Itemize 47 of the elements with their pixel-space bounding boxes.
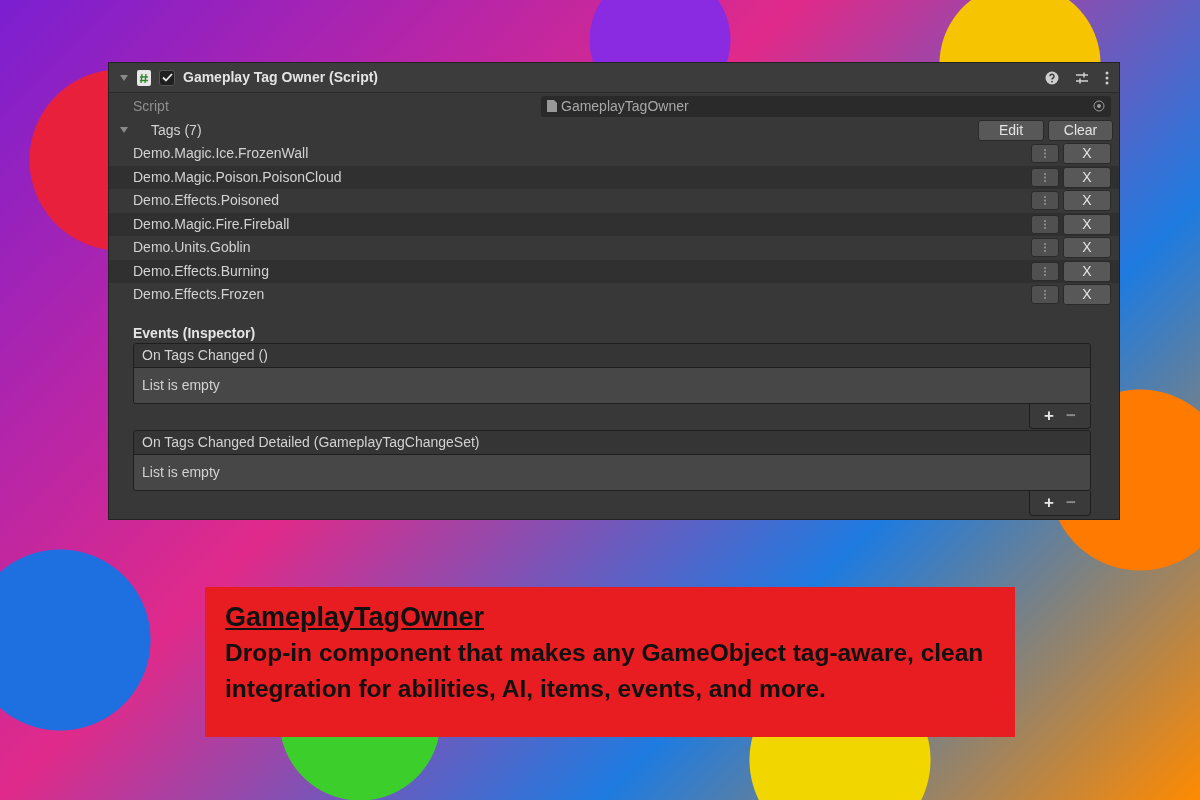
- remove-tag-button[interactable]: X: [1063, 166, 1111, 188]
- clear-button[interactable]: Clear: [1048, 119, 1113, 141]
- remove-tag-button[interactable]: X: [1063, 260, 1111, 282]
- script-file-icon: [137, 69, 151, 86]
- component-title: Gameplay Tag Owner (Script): [183, 68, 378, 87]
- drag-handle[interactable]: [1031, 238, 1059, 258]
- field-label: Script: [133, 96, 169, 116]
- list-label: Tags (7): [151, 120, 202, 140]
- remove-tag-button[interactable]: X: [1063, 143, 1111, 165]
- add-button[interactable]: +: [1038, 492, 1060, 513]
- remove-tag-button[interactable]: X: [1063, 237, 1111, 259]
- caption-title: GameplayTagOwner: [225, 601, 486, 634]
- tag-name: Demo.Effects.Burning: [133, 261, 269, 281]
- empty-list-text: List is empty: [142, 375, 220, 395]
- remove-button[interactable]: −: [1060, 492, 1082, 513]
- enable-checkbox[interactable]: [159, 69, 175, 86]
- edit-button[interactable]: Edit: [978, 119, 1044, 141]
- script-object-field: GameplayTagOwner: [541, 95, 1111, 117]
- drag-handle[interactable]: [1031, 191, 1059, 211]
- event-title: On Tags Changed (): [142, 345, 268, 365]
- remove-button[interactable]: −: [1060, 405, 1082, 426]
- expanded-arrow-icon[interactable]: [119, 72, 129, 83]
- event-title: On Tags Changed Detailed (GameplayTagChangeSet): [142, 432, 480, 452]
- tag-name: Demo.Effects.Poisoned: [133, 191, 280, 211]
- target-icon[interactable]: [1093, 100, 1105, 112]
- drag-handle[interactable]: [1031, 214, 1059, 234]
- drag-handle[interactable]: [1031, 261, 1059, 281]
- script-file-icon: [547, 100, 557, 112]
- drag-handle[interactable]: [1031, 144, 1059, 164]
- caption-text: Drop-in component that makes any GameObject tag-aware, clean integration for abilities, AI, items, events, and more.: [225, 638, 985, 704]
- remove-tag-button[interactable]: X: [1063, 190, 1111, 212]
- add-button[interactable]: +: [1038, 405, 1060, 426]
- tag-name: Demo.Effects.Frozen: [133, 285, 265, 305]
- remove-tag-button[interactable]: X: [1063, 213, 1111, 235]
- tag-name: Demo.Units.Goblin: [133, 238, 251, 258]
- section-heading: Events (Inspector): [132, 323, 257, 343]
- sliders-icon[interactable]: [1075, 70, 1089, 85]
- empty-list-text: List is empty: [142, 462, 220, 482]
- remove-tag-button[interactable]: X: [1063, 284, 1111, 306]
- expanded-arrow-icon[interactable]: [119, 125, 129, 135]
- tag-name: Demo.Magic.Fire.Fireball: [133, 214, 290, 234]
- drag-handle[interactable]: [1031, 285, 1059, 305]
- tag-name: Demo.Magic.Poison.PoisonCloud: [133, 167, 342, 187]
- tag-name: Demo.Magic.Ice.FrozenWall: [133, 144, 309, 164]
- help-icon[interactable]: [1045, 70, 1059, 85]
- drag-handle[interactable]: [1031, 167, 1059, 187]
- menu-icon[interactable]: [1105, 70, 1109, 85]
